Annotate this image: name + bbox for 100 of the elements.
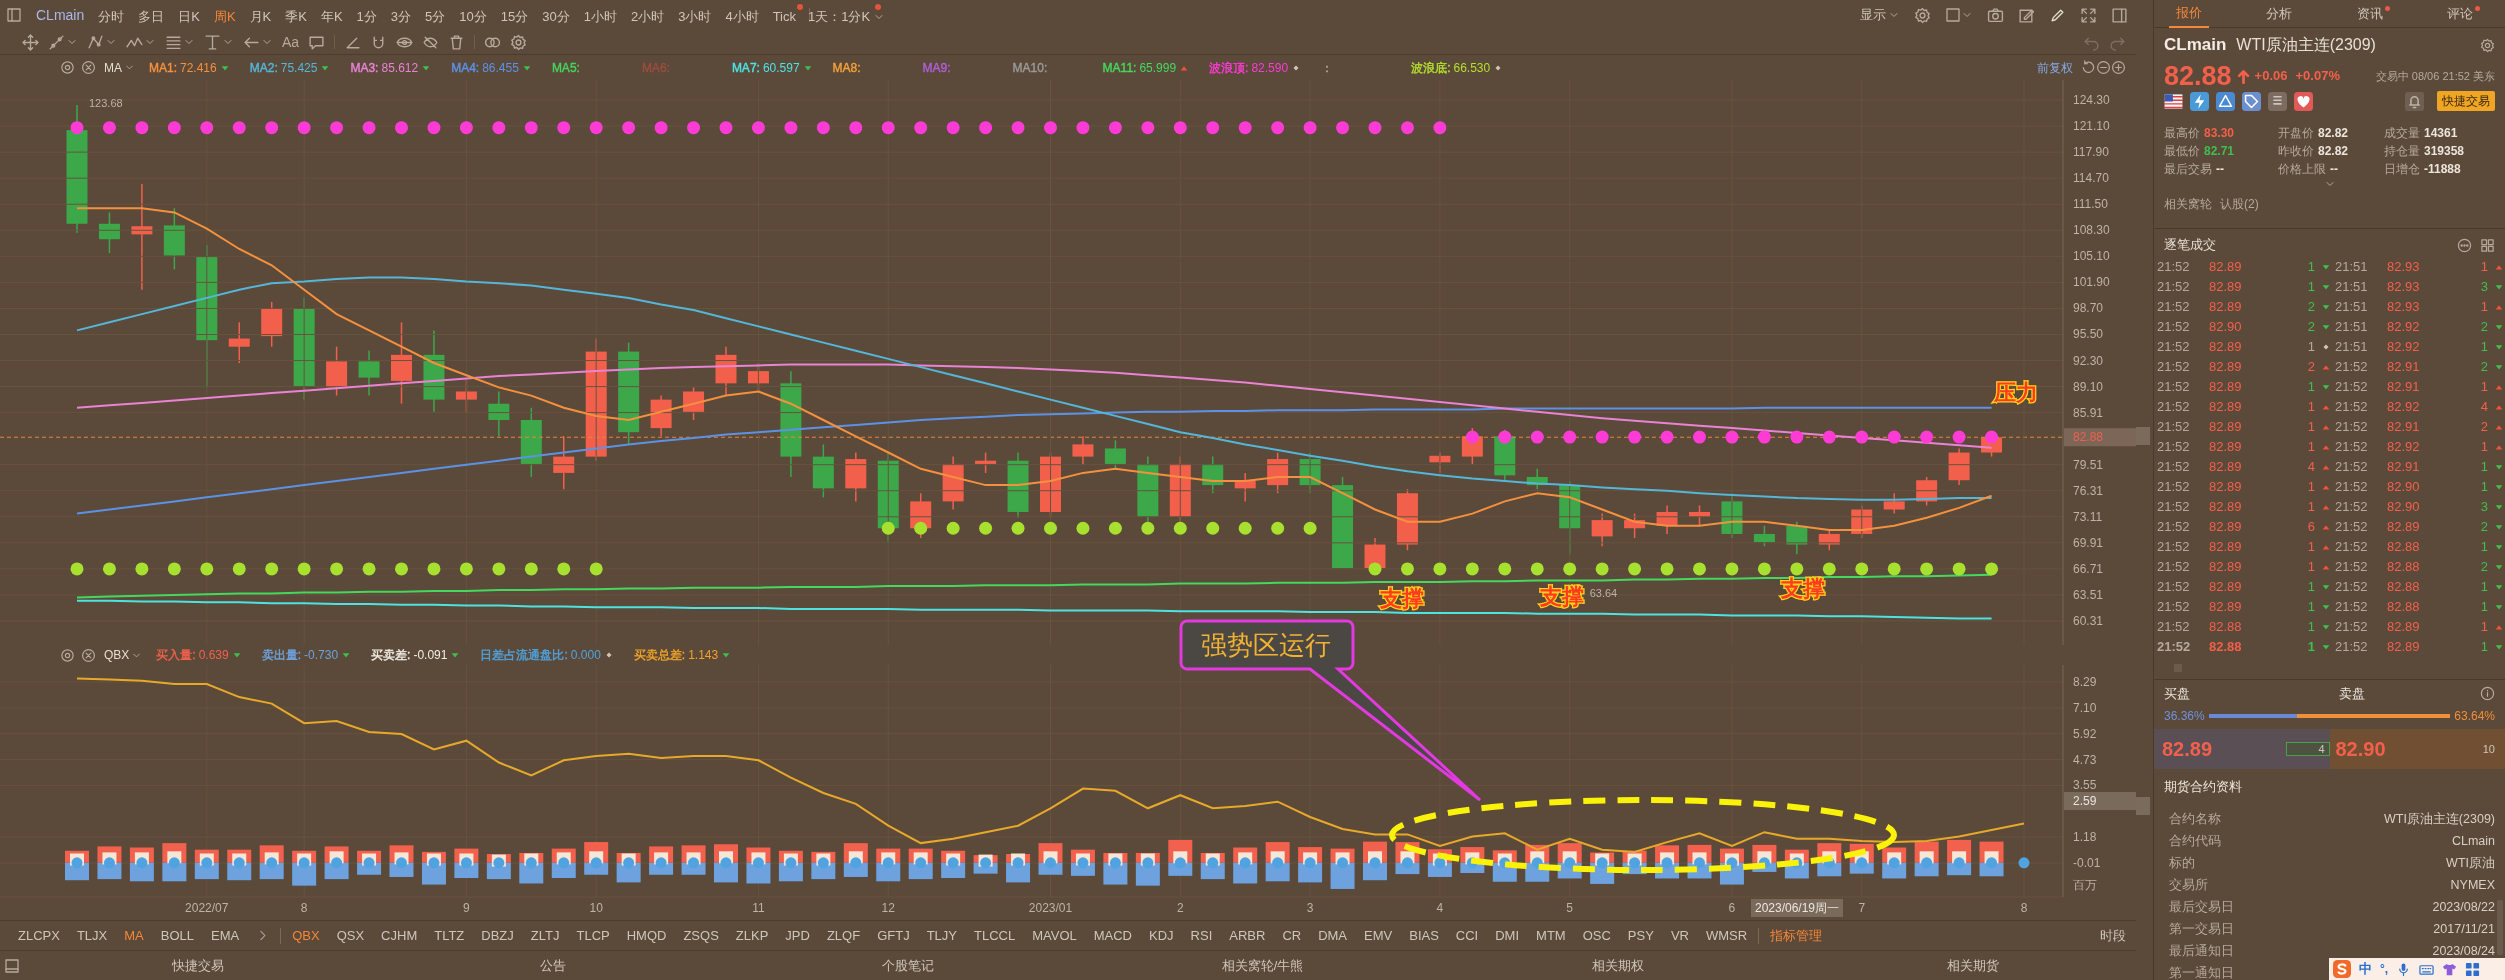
adjust-toggle[interactable]: 前复权 — [2037, 58, 2073, 77]
indicator-tab[interactable]: TLJY — [926, 925, 957, 946]
bottom-tab[interactable]: 个股笔记 — [881, 955, 934, 976]
lightning-icon[interactable] — [2190, 91, 2209, 111]
quick-trade-button[interactable]: 快捷交易 — [2437, 91, 2495, 111]
ime-logo-icon[interactable] — [2333, 960, 2351, 978]
indicator-tab[interactable]: ZLCPX — [18, 925, 60, 946]
period-tab[interactable]: 3小时 — [678, 3, 712, 27]
interval-dropdown[interactable]: 1天：1分K — [808, 3, 886, 27]
indicator-tab[interactable]: HMQD — [626, 925, 667, 946]
panel-tab[interactable]: 报价 — [2169, 0, 2210, 28]
period-tab[interactable]: 日K — [178, 3, 200, 27]
bottom-tab[interactable]: 快捷交易 — [171, 955, 224, 976]
settings-icon[interactable] — [2480, 37, 2495, 53]
bell-icon[interactable] — [2405, 91, 2424, 111]
ime-mode[interactable]: 中 — [2359, 959, 2372, 979]
indicator-tab[interactable]: DMI — [1495, 925, 1520, 946]
splitter-handle[interactable] — [2136, 427, 2150, 445]
square-icon[interactable] — [1945, 7, 1961, 23]
settings-icon[interactable] — [1914, 6, 1931, 24]
panel-tab[interactable]: 资讯 — [2349, 0, 2390, 28]
period-tab[interactable]: Tick — [772, 3, 803, 27]
indicator-tab[interactable]: MACD — [1093, 925, 1132, 946]
trend-line-icon[interactable] — [48, 33, 65, 51]
period-tab[interactable]: 1分 — [356, 3, 377, 27]
period-tab[interactable]: 周K — [213, 3, 236, 27]
indicator-tab[interactable]: JPD — [785, 925, 810, 946]
comment-icon[interactable] — [308, 33, 326, 51]
period-tab[interactable]: 1小时 — [583, 3, 617, 27]
indicator-dropdown[interactable]: QBX — [104, 646, 143, 664]
indicator-tab[interactable]: BIAS — [1409, 925, 1439, 946]
settings-icon[interactable] — [60, 647, 75, 663]
indicator-tab[interactable]: TLCCL — [974, 925, 1016, 946]
reset-icon[interactable] — [2081, 60, 2096, 75]
indicator-tab[interactable]: MTM — [1536, 925, 1566, 946]
indicator-tab[interactable]: TLJX — [76, 925, 108, 946]
flag-icon[interactable] — [2164, 91, 2183, 111]
fullscreen-icon[interactable] — [2080, 6, 2097, 24]
zoom-in-icon[interactable] — [2111, 60, 2126, 75]
text-tool[interactable]: Aa — [282, 31, 300, 53]
period-tab[interactable]: 15分 — [500, 3, 529, 27]
indicator-manage-link[interactable]: 指标管理 — [1770, 925, 1823, 946]
indicator-tab[interactable]: OSC — [1582, 925, 1611, 946]
document-icon[interactable] — [2268, 91, 2287, 111]
indicator-tab[interactable]: MAVOL — [1032, 925, 1077, 946]
period-tab[interactable]: 多日 — [138, 3, 165, 27]
period-tab[interactable]: 10分 — [459, 3, 487, 27]
period-tab[interactable]: 5分 — [425, 3, 446, 27]
indicator-tab[interactable]: TLTZ — [434, 925, 465, 946]
period-tab[interactable]: 分时 — [98, 3, 125, 27]
pyramid-icon[interactable] — [2216, 91, 2235, 111]
bottom-tab[interactable]: 相关窝轮/牛熊 — [1221, 955, 1304, 976]
indicator-tab[interactable]: DMA — [1318, 925, 1348, 946]
bottom-tab[interactable]: 相关期权 — [1591, 955, 1644, 976]
indicator-tab[interactable]: MA — [124, 925, 144, 946]
session-button[interactable]: 时段 — [2100, 925, 2126, 946]
edit-icon[interactable] — [2018, 6, 2035, 24]
grid-icon[interactable] — [2480, 237, 2495, 253]
sidebar-toggle-icon[interactable] — [6, 7, 22, 23]
indicator-tab[interactable]: QSX — [336, 925, 365, 946]
close-icon[interactable] — [81, 60, 96, 75]
bottom-tab[interactable]: 相关期货 — [1946, 955, 1999, 976]
bottom-tab[interactable]: 公告 — [539, 955, 566, 976]
indicator-tab[interactable]: VR — [1670, 925, 1689, 946]
indicator-tab[interactable]: EMA — [211, 925, 240, 946]
camera-icon[interactable] — [1987, 6, 2004, 24]
period-tab[interactable]: 季K — [285, 3, 307, 27]
indicator-tab[interactable]: KDJ — [1149, 925, 1174, 946]
more-icon[interactable] — [2457, 237, 2472, 253]
panel-toggle-icon[interactable] — [4, 957, 20, 974]
indicator-tab[interactable]: EMV — [1364, 925, 1393, 946]
shirt-icon[interactable] — [2442, 961, 2458, 977]
period-tab[interactable]: 4小时 — [725, 3, 759, 27]
indicator-tab[interactable]: ZSQS — [683, 925, 719, 946]
period-tab[interactable]: 2小时 — [630, 3, 665, 27]
indicator-tab[interactable]: WMSR — [1705, 925, 1748, 946]
settings-icon[interactable] — [60, 60, 75, 75]
indicator-tab[interactable]: CJHM — [381, 925, 418, 946]
settings-icon[interactable] — [510, 33, 528, 51]
panel-tab[interactable]: 评论 — [2439, 0, 2480, 28]
grid-icon[interactable] — [2465, 961, 2481, 977]
indicator-tab[interactable]: RSI — [1190, 925, 1213, 946]
indicator-tab[interactable]: CR — [1282, 925, 1302, 946]
move-icon[interactable] — [22, 33, 39, 51]
period-tab[interactable]: 30分 — [542, 3, 570, 27]
period-tab[interactable]: 年K — [320, 3, 343, 27]
indicator-tab[interactable]: ZLTJ — [530, 925, 560, 946]
indicator-tab[interactable]: ZLKP — [735, 925, 769, 946]
view-menu[interactable]: 显示 — [1860, 5, 1900, 25]
close-icon[interactable] — [81, 647, 96, 663]
indicator-tab[interactable]: QBX — [292, 925, 320, 946]
panel-tab[interactable]: 分析 — [2259, 0, 2300, 28]
indicator-tab[interactable]: PSY — [1627, 925, 1654, 946]
panel-icon[interactable] — [2111, 6, 2128, 24]
indicator-tab[interactable]: DBZJ — [481, 925, 514, 946]
period-tab[interactable]: 月K — [249, 3, 272, 27]
indicator-tab[interactable]: ZLQF — [826, 925, 861, 946]
tag-icon[interactable] — [2242, 91, 2261, 111]
pencil-icon[interactable] — [2049, 6, 2066, 24]
indicator-tab[interactable]: TLCP — [576, 925, 610, 946]
